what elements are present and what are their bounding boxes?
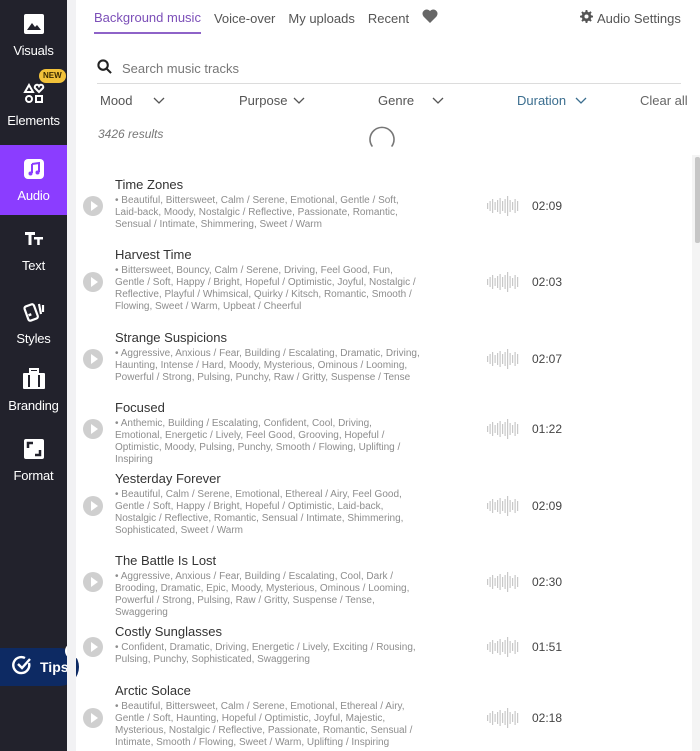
- play-icon[interactable]: [83, 708, 103, 728]
- track-duration: 02:09: [532, 199, 563, 213]
- track-duration: 01:51: [532, 640, 563, 654]
- duration-sort[interactable]: Duration: [517, 93, 587, 108]
- track-tags: • Aggressive, Anxious / Fear, Building /…: [115, 348, 420, 383]
- loading-spinner-icon: [366, 122, 398, 159]
- play-icon[interactable]: [83, 637, 103, 657]
- waveform-icon: [487, 496, 519, 516]
- sidebar-item-label: Format: [13, 468, 54, 483]
- text-icon: [22, 227, 46, 251]
- results-count: 3426 results: [98, 127, 164, 141]
- filter-label: Purpose: [239, 93, 288, 108]
- track-duration: 01:22: [532, 422, 563, 436]
- track-title[interactable]: Time Zones: [115, 177, 183, 192]
- sidebar: Visuals Elements NEW Audio Text Styles B…: [0, 0, 67, 751]
- sidebar-item-styles[interactable]: Styles: [0, 288, 67, 358]
- styles-icon: [22, 300, 46, 324]
- tips-label: Tips: [40, 659, 69, 675]
- track-tags: • Beautiful, Bittersweet, Calm / Serene,…: [115, 195, 399, 230]
- briefcase-icon: [22, 367, 46, 391]
- filter-label: Mood: [100, 93, 133, 108]
- sidebar-item-format[interactable]: Format: [0, 425, 67, 495]
- shapes-icon: [22, 82, 46, 106]
- track-duration: 02:07: [532, 352, 563, 366]
- waveform-icon: [487, 419, 519, 439]
- sidebar-item-label: Text: [21, 258, 46, 273]
- chevron-down-icon: [147, 93, 165, 108]
- search-icon: [97, 58, 112, 79]
- scrollbar-track[interactable]: [692, 155, 700, 751]
- track-title[interactable]: Strange Suspicions: [115, 330, 227, 345]
- track-duration: 02:03: [532, 275, 563, 289]
- track-title[interactable]: The Battle Is Lost: [115, 553, 216, 568]
- gear-icon: [580, 10, 597, 26]
- mood-filter[interactable]: Mood: [100, 93, 165, 108]
- panel-gutter: [67, 0, 76, 751]
- track-tags: • Beautiful, Calm / Serene, Emotional, E…: [115, 489, 404, 536]
- track-title[interactable]: Harvest Time: [115, 247, 192, 262]
- check-badge-icon: [12, 655, 32, 680]
- sidebar-item-label: Elements: [7, 113, 60, 128]
- sidebar-item-audio[interactable]: Audio: [0, 145, 67, 215]
- clear-all-button[interactable]: Clear all: [640, 93, 688, 108]
- track-duration: 02:30: [532, 575, 563, 589]
- sidebar-item-label: Styles: [16, 331, 51, 346]
- waveform-icon: [487, 272, 519, 292]
- play-icon[interactable]: [83, 272, 103, 292]
- play-icon[interactable]: [83, 572, 103, 592]
- track-tags: • Confident, Dramatic, Driving, Energeti…: [115, 642, 416, 665]
- play-icon[interactable]: [83, 349, 103, 369]
- music-note-icon: [22, 157, 46, 181]
- search-input[interactable]: [122, 61, 622, 76]
- waveform-icon: [487, 196, 519, 216]
- tab-my-uploads[interactable]: My uploads: [288, 11, 354, 33]
- audio-settings-label: Audio Settings: [597, 10, 681, 26]
- waveform-icon: [487, 349, 519, 369]
- play-icon[interactable]: [83, 196, 103, 216]
- filter-label: Genre: [378, 93, 415, 108]
- play-icon[interactable]: [83, 419, 103, 439]
- new-badge: NEW: [39, 69, 66, 83]
- filter-label: Duration: [517, 93, 567, 108]
- track-title[interactable]: Yesterday Forever: [115, 471, 221, 486]
- sidebar-item-visuals[interactable]: Visuals: [0, 0, 67, 70]
- sidebar-item-label: Branding: [8, 398, 59, 413]
- sidebar-item-text[interactable]: Text: [0, 215, 67, 285]
- track-tags: • Bittersweet, Bouncy, Calm / Serene, Dr…: [115, 265, 416, 312]
- scrollbar-thumb[interactable]: [695, 157, 700, 243]
- tab-voice-over[interactable]: Voice-over: [214, 11, 275, 33]
- track-tags: • Aggressive, Anxious / Fear, Building /…: [115, 571, 410, 618]
- tab-background-music[interactable]: Background music: [94, 10, 201, 34]
- waveform-icon: [487, 637, 519, 657]
- sidebar-item-label: Audio: [17, 188, 50, 203]
- heart-icon[interactable]: [422, 9, 438, 28]
- sidebar-item-label: Visuals: [13, 43, 54, 58]
- image-icon: [22, 12, 46, 36]
- track-duration: 02:09: [532, 499, 563, 513]
- track-title[interactable]: Costly Sunglasses: [115, 624, 222, 639]
- audio-tabs: Background music Voice-over My uploads R…: [94, 9, 438, 34]
- track-title[interactable]: Focused: [115, 400, 165, 415]
- chevron-down-icon: [287, 93, 305, 108]
- audio-settings-button[interactable]: Audio Settings: [580, 10, 681, 26]
- search-bar: [97, 54, 681, 84]
- track-duration: 02:18: [532, 711, 563, 725]
- sidebar-item-branding[interactable]: Branding: [0, 355, 67, 425]
- genre-filter[interactable]: Genre: [378, 93, 444, 108]
- tab-recent[interactable]: Recent: [368, 11, 409, 33]
- track-tags: • Beautiful, Bittersweet, Calm / Serene,…: [115, 701, 413, 748]
- waveform-icon: [487, 708, 519, 728]
- purpose-filter[interactable]: Purpose: [239, 93, 305, 108]
- resize-icon: [22, 437, 46, 461]
- track-title[interactable]: Arctic Solace: [115, 683, 191, 698]
- chevron-down-icon: [569, 93, 587, 108]
- play-icon[interactable]: [83, 496, 103, 516]
- track-tags: • Anthemic, Building / Escalating, Confi…: [115, 418, 401, 465]
- waveform-icon: [487, 572, 519, 592]
- chevron-down-icon: [426, 93, 444, 108]
